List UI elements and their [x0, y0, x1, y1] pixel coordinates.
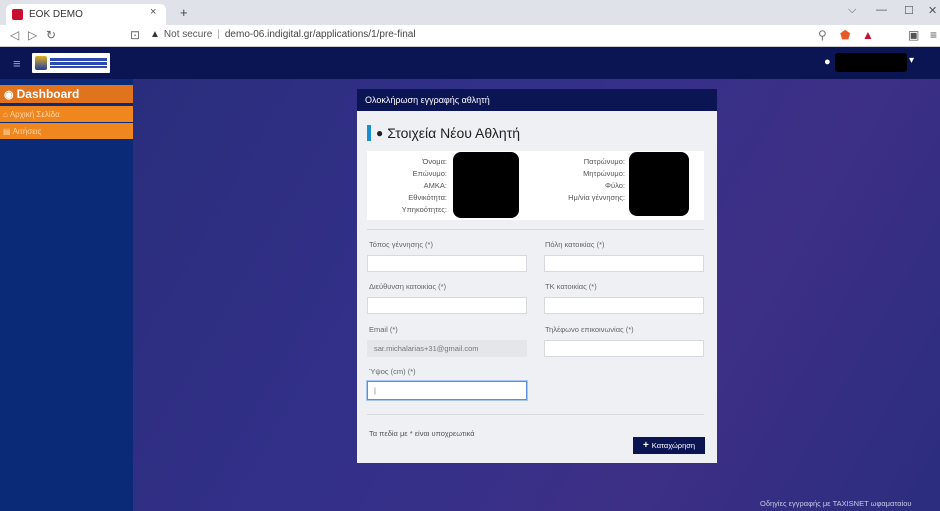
phone-input[interactable]	[544, 340, 704, 357]
sidebar-item-home[interactable]: ⌂ Αρχική Σελίδα	[0, 106, 133, 122]
submit-label: Καταχώρηση	[651, 441, 696, 450]
hamburger-menu-icon[interactable]: ≡	[13, 56, 21, 71]
caret-down-icon[interactable]: ▾	[909, 55, 914, 66]
address-input[interactable]	[367, 297, 527, 314]
redacted-values-left	[453, 152, 519, 218]
bookmark-icon[interactable]: ⊡	[130, 28, 140, 42]
zoom-icon[interactable]: ⚲	[818, 28, 827, 42]
registration-card: Ολοκλήρωση εγγραφής αθλητή ● Στοιχεία Νέ…	[357, 89, 717, 463]
browser-tab[interactable]: EOK DEMO	[6, 4, 166, 25]
new-tab-button[interactable]: +	[180, 5, 188, 20]
city-input[interactable]	[544, 255, 704, 272]
brave-shield-icon[interactable]: ⬟	[840, 28, 850, 42]
info-label-mother-name: Μητρώνυμο:	[583, 169, 625, 178]
reload-icon[interactable]: ↻	[46, 28, 56, 42]
title-accent	[367, 125, 371, 141]
address-bar: ◁ ▷ ↻ ⊡ ▲ Not secure | demo-06.indigital.gr…	[0, 25, 940, 47]
info-label-first-name: Όνομα:	[422, 157, 447, 166]
redacted-values-right	[629, 152, 689, 216]
tab-close-icon[interactable]: ×	[150, 6, 156, 18]
submit-button[interactable]: + Καταχώρηση	[633, 437, 705, 454]
athlete-info-box: Όνομα: Επώνυμο: ΑΜΚΑ: Εθνικότητα: Υπηκοό…	[367, 151, 704, 220]
file-icon: ▤	[3, 126, 11, 136]
info-label-birth-date: Ημ/νία γέννησης:	[568, 193, 625, 202]
favicon-icon	[12, 9, 23, 20]
emblem-icon	[35, 56, 47, 70]
tab-title: EOK DEMO	[29, 9, 83, 20]
info-label-citizenship: Υπηκοότητες:	[401, 205, 447, 214]
eok-logo[interactable]	[32, 53, 110, 73]
sidebar-item-label: Αρχική Σελίδα	[9, 109, 60, 119]
divider	[367, 414, 704, 415]
sidebar-item-applications[interactable]: ▤ Αιτήσεις	[0, 123, 133, 139]
tab-search-icon[interactable]: ⌵	[848, 4, 856, 17]
back-icon[interactable]: ◁	[10, 28, 19, 42]
app-header: ≡ ● ▾	[0, 47, 940, 79]
logo-wordmark	[50, 58, 107, 68]
security-label: Not secure	[163, 29, 213, 40]
info-label-amka: ΑΜΚΑ:	[423, 181, 447, 190]
sidebar: ◉ Dashboard ⌂ Αρχική Σελίδα ▤ Αιτήσεις	[0, 79, 133, 511]
divider	[367, 229, 704, 230]
sidebar-item-label: Αιτήσεις	[12, 126, 42, 136]
user-icon[interactable]: ●	[824, 56, 831, 68]
wallet-icon[interactable]: ▣	[908, 28, 919, 42]
info-label-gender: Φύλο:	[605, 181, 625, 190]
browser-menu-icon[interactable]: ≡	[930, 28, 937, 42]
required-note: Τα πεδία με * είναι υποχρεωτικά	[369, 429, 475, 438]
url-separator: |	[217, 29, 220, 40]
card-title: ● Στοιχεία Νέου Αθλητή	[367, 125, 520, 141]
info-label-last-name: Επώνυμο:	[412, 169, 447, 178]
email-field[interactable]	[367, 340, 527, 357]
info-label-father-name: Πατρώνυμο:	[583, 157, 625, 166]
info-label-nationality: Εθνικότητα:	[408, 193, 447, 202]
height-input[interactable]	[367, 381, 527, 400]
home-icon: ⌂	[3, 109, 8, 119]
url-field[interactable]: ▲ Not secure | demo-06.indigital.gr/applica…	[150, 29, 416, 40]
plus-icon: +	[642, 440, 649, 451]
user-icon: ●	[376, 126, 384, 140]
postcode-input[interactable]	[544, 297, 704, 314]
label-postcode: ΤΚ κατοικίας (*)	[545, 282, 597, 291]
label-email: Email (*)	[369, 325, 398, 334]
sidebar-dashboard[interactable]: ◉ Dashboard	[0, 85, 133, 103]
rewards-icon[interactable]: ▲	[862, 28, 874, 42]
maximize-icon[interactable]: ☐	[904, 4, 914, 17]
label-phone: Τηλέφωνο επικοινωνίας (*)	[545, 325, 634, 334]
label-city: Πόλη κατοικίας (*)	[545, 240, 605, 249]
close-window-icon[interactable]: ✕	[928, 4, 937, 17]
forward-icon[interactable]: ▷	[28, 28, 37, 42]
user-name-redacted[interactable]	[835, 53, 907, 72]
label-birthplace: Τόπος γέννησης (*)	[369, 240, 433, 249]
warning-icon: ▲	[150, 29, 160, 40]
taxisnet-instructions-link[interactable]: Οδηγίες εγγραφής με TAXISNET ωφαματαίου	[760, 499, 911, 508]
birthplace-input[interactable]	[367, 255, 527, 272]
browser-tab-bar: EOK DEMO × + ⌵ — ☐ ✕	[0, 0, 940, 25]
url-text: demo-06.indigital.gr/applications/1/pre-…	[224, 29, 416, 40]
sidebar-title: Dashboard	[16, 87, 80, 101]
label-address: Διεύθυνση κατοικίας (*)	[369, 282, 447, 291]
dashboard-icon: ◉	[4, 88, 14, 101]
page-title: Στοιχεία Νέου Αθλητή	[387, 125, 521, 141]
label-height: Ύψος (cm) (*)	[369, 367, 416, 376]
minimize-icon[interactable]: —	[876, 4, 887, 16]
card-header: Ολοκλήρωση εγγραφής αθλητή	[357, 89, 717, 111]
